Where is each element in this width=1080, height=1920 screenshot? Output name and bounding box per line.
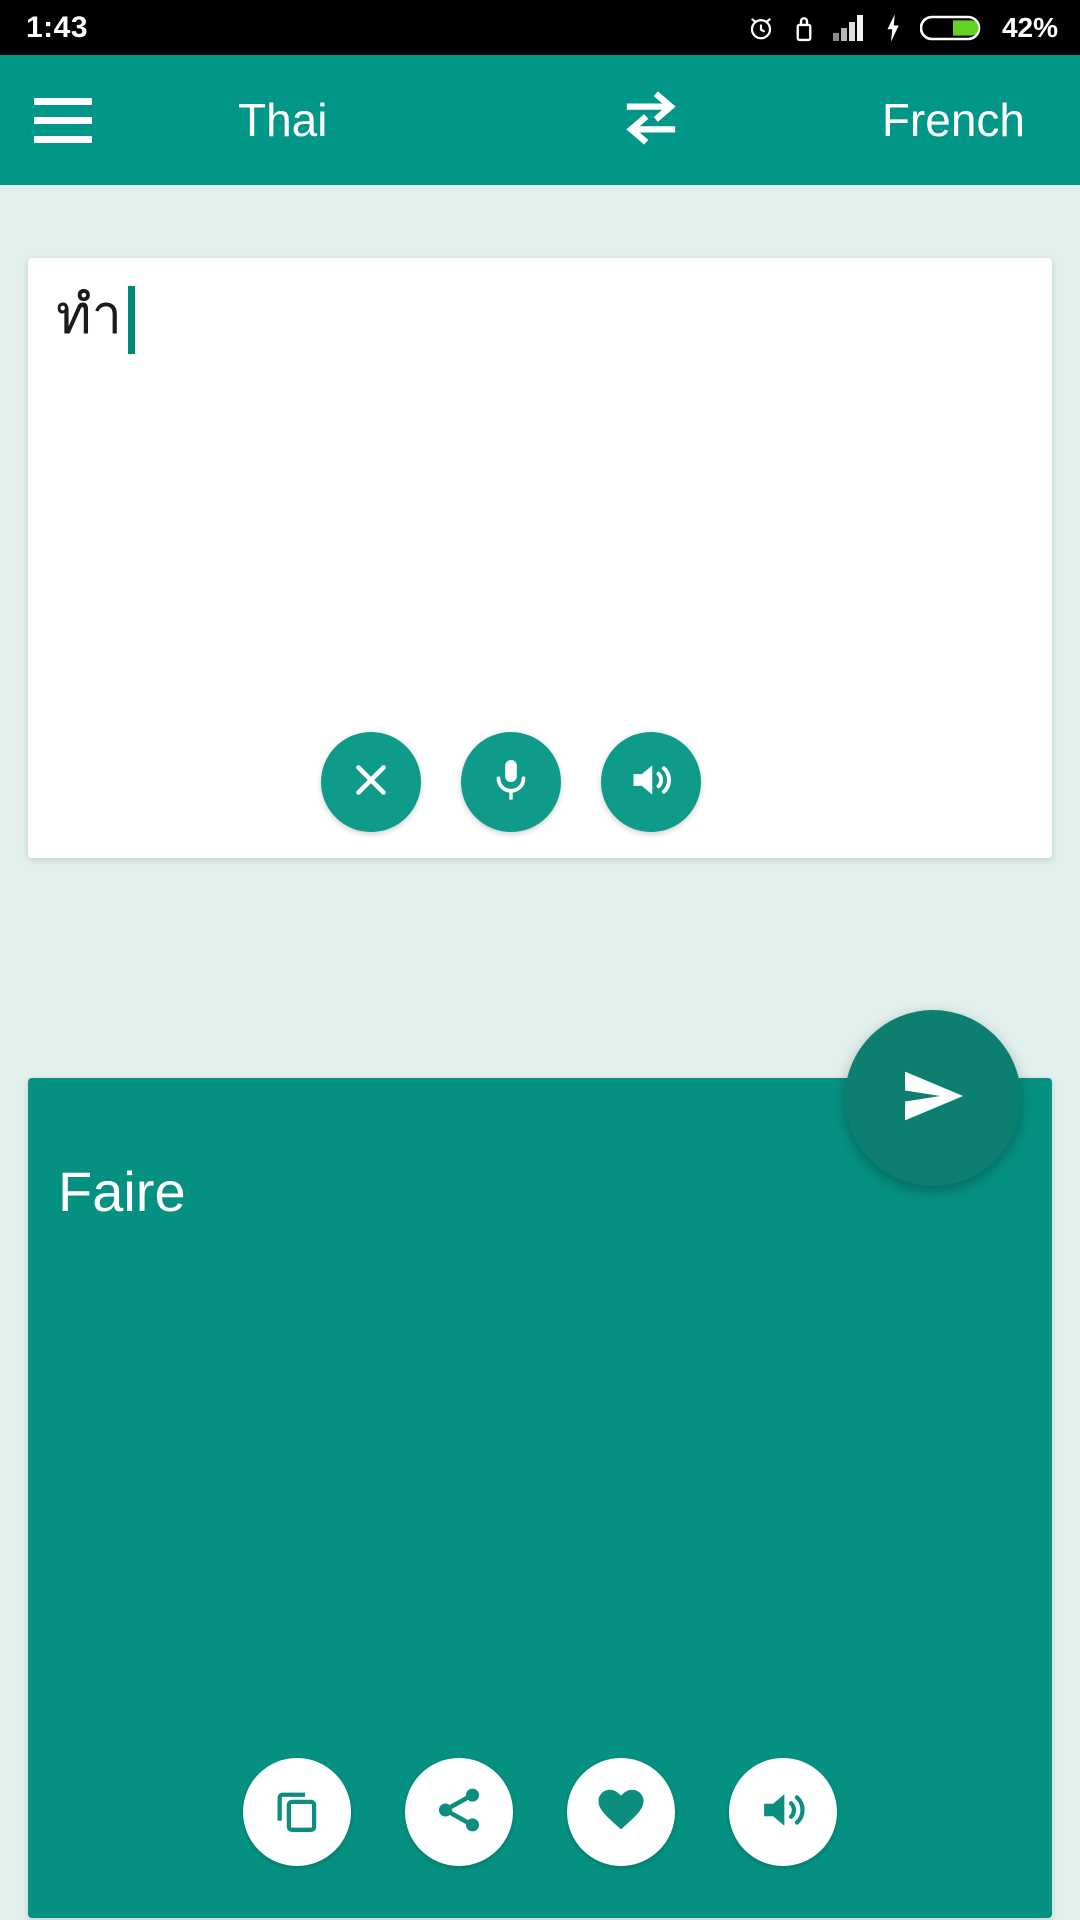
- share-icon: [432, 1783, 486, 1842]
- source-language-selector[interactable]: Thai: [238, 93, 327, 147]
- close-icon: [346, 755, 396, 810]
- status-icons: 42%: [746, 13, 1058, 43]
- target-language-selector[interactable]: French: [882, 93, 1025, 147]
- alarm-icon: [746, 13, 776, 43]
- speak-source-button[interactable]: [601, 732, 701, 832]
- source-text-value: ทำ: [56, 285, 122, 345]
- app-screen: 1:43 42% Thai French ทำ Faire: [0, 0, 1080, 1920]
- swap-languages-button[interactable]: [608, 77, 694, 163]
- speaker-icon: [756, 1783, 810, 1842]
- signal-icon: [832, 14, 866, 42]
- battery-percent: 42%: [1001, 11, 1058, 43]
- status-bar: 1:43 42%: [0, 0, 1080, 55]
- microphone-icon: [486, 755, 536, 810]
- clear-button[interactable]: [321, 732, 421, 832]
- charging-bolt-icon: [883, 13, 903, 43]
- source-input-card[interactable]: ทำ: [28, 258, 1052, 858]
- result-action-bar: [28, 1758, 1052, 1866]
- voice-input-button[interactable]: [461, 732, 561, 832]
- copy-icon: [270, 1783, 324, 1842]
- translation-result-card: Faire: [28, 1078, 1052, 1918]
- battery-icon: [919, 13, 982, 43]
- source-text-field[interactable]: ทำ: [56, 284, 135, 354]
- text-cursor: [127, 286, 135, 354]
- favorite-button[interactable]: [567, 1758, 675, 1866]
- source-action-bar: [28, 732, 1052, 832]
- copy-button[interactable]: [243, 1758, 351, 1866]
- share-button[interactable]: [405, 1758, 513, 1866]
- menu-button[interactable]: [8, 55, 118, 185]
- status-time: 1:43: [26, 10, 89, 44]
- send-icon: [890, 1053, 976, 1144]
- speaker-icon: [626, 755, 676, 810]
- translation-result-text: Faire: [58, 1160, 186, 1223]
- lock-icon: [793, 13, 815, 43]
- send-button[interactable]: [845, 1010, 1021, 1186]
- menu-icon: [34, 97, 92, 143]
- app-bar: Thai French: [0, 55, 1080, 185]
- swap-languages-icon: [615, 82, 687, 159]
- heart-icon: [594, 1783, 648, 1842]
- speak-result-button[interactable]: [729, 1758, 837, 1866]
